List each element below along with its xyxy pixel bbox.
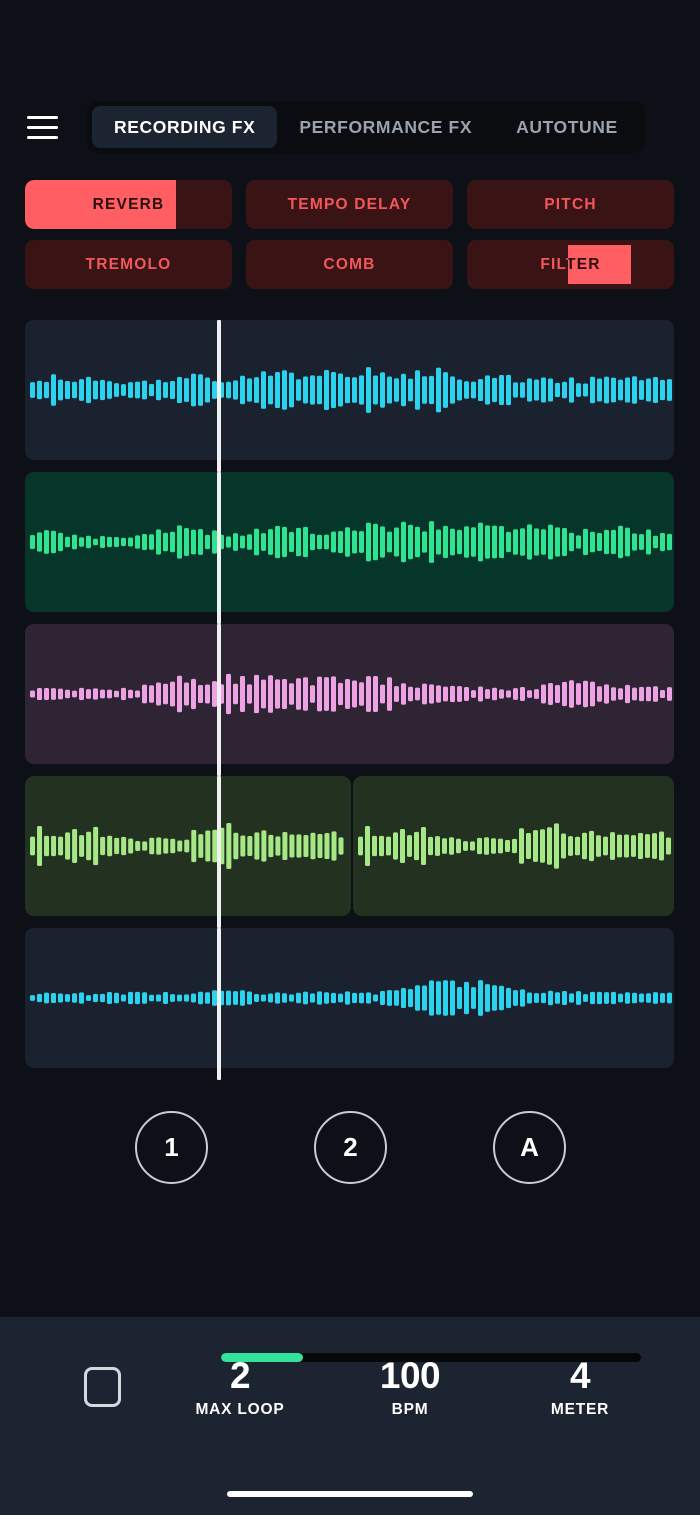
track-row-track-5: [25, 928, 674, 1080]
stat-bpm[interactable]: 100 BPM: [325, 1355, 495, 1419]
waveform-canvas: [352, 776, 674, 916]
track-row-track-2: [25, 472, 674, 624]
loop-button-2[interactable]: 2: [314, 1110, 387, 1184]
stat-max-loop[interactable]: 2 MAX LOOP: [155, 1355, 325, 1419]
hamburger-line: [27, 125, 58, 129]
playhead[interactable]: [217, 320, 222, 472]
track-row-track-3: [25, 624, 674, 776]
fx-button-pitch[interactable]: PITCH: [467, 180, 674, 229]
timeline-tracks: [25, 320, 674, 1080]
loop-button-a[interactable]: A: [493, 1110, 566, 1184]
playhead[interactable]: [217, 624, 222, 776]
stat-value: 4: [569, 1355, 591, 1396]
fx-button-tremolo[interactable]: TREMOLO: [25, 240, 232, 289]
stat-meter[interactable]: 4 METER: [495, 1355, 665, 1419]
transport-stats: 2 MAX LOOP 100 BPM 4 METER: [155, 1355, 665, 1419]
fx-button-tempo-delay[interactable]: TEMPO DELAY: [246, 180, 453, 229]
hamburger-menu-icon[interactable]: [27, 111, 71, 143]
playhead[interactable]: [217, 776, 222, 928]
stop-square-icon[interactable]: [84, 1367, 121, 1407]
fx-button-grid: REVERB REVERB TEMPO DELAY PITCH TREMOLO COMB F…: [25, 180, 674, 289]
audio-clip[interactable]: [25, 320, 674, 460]
loop-button-row: 1 2 A: [0, 1108, 700, 1186]
waveform-canvas: [25, 472, 674, 612]
audio-clip[interactable]: [25, 776, 351, 916]
waveform-canvas: [25, 928, 674, 1068]
audio-clip[interactable]: [25, 624, 674, 764]
tab-bar: RECORDING FX PERFORMANCE FX AUTOTUNE: [87, 101, 645, 153]
tab-performance-fx[interactable]: PERFORMANCE FX: [277, 106, 494, 148]
playhead[interactable]: [217, 928, 222, 1080]
waveform-canvas: [25, 776, 351, 916]
stat-label: METER: [550, 1401, 610, 1418]
stat-label: MAX LOOP: [195, 1401, 285, 1418]
audio-clip[interactable]: [25, 472, 674, 612]
waveform-canvas: [25, 320, 674, 460]
loop-slot-2: 2: [314, 1110, 387, 1184]
tab-recording-fx[interactable]: RECORDING FX: [92, 106, 278, 148]
fx-button-label: COMB: [323, 255, 376, 273]
stat-value: 100: [379, 1355, 441, 1396]
loop-slot-a: A: [493, 1110, 566, 1184]
track-row-track-4: [25, 776, 674, 928]
fx-button-comb[interactable]: COMB: [246, 240, 453, 289]
home-indicator: [227, 1491, 473, 1497]
stat-value: 2: [229, 1355, 251, 1396]
stat-label: BPM: [391, 1401, 429, 1418]
tab-autotune[interactable]: AUTOTUNE: [494, 106, 640, 148]
track-row-track-1: [25, 320, 674, 472]
fx-button-reverb[interactable]: REVERB REVERB: [25, 180, 232, 229]
audio-clip[interactable]: [352, 776, 674, 916]
audio-clip[interactable]: [25, 928, 674, 1068]
loop-button-1[interactable]: 1: [135, 1110, 208, 1184]
hamburger-line: [27, 115, 58, 119]
app-root: RECORDING FX PERFORMANCE FX AUTOTUNE REV…: [0, 0, 700, 1515]
hamburger-line: [27, 135, 58, 139]
fx-button-label: TREMOLO: [85, 255, 172, 273]
fx-button-label: PITCH: [544, 195, 597, 213]
header-bar: RECORDING FX PERFORMANCE FX AUTOTUNE: [0, 98, 700, 156]
waveform-canvas: [25, 624, 674, 764]
playhead[interactable]: [217, 472, 222, 624]
loop-slot-1: 1: [135, 1110, 208, 1184]
fx-button-filter[interactable]: FILTER FILTER: [467, 240, 674, 289]
fx-button-label: TEMPO DELAY: [287, 195, 412, 213]
